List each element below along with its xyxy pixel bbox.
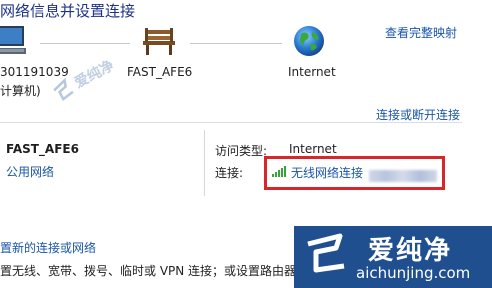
watermark-center: 爱纯净 bbox=[41, 32, 149, 127]
connection-label: 连接: bbox=[215, 166, 244, 180]
globe-icon bbox=[294, 26, 324, 56]
view-full-map-link[interactable]: 查看完整映射 bbox=[385, 24, 457, 41]
bench-router-icon bbox=[143, 28, 175, 55]
network-type-link[interactable]: 公用网络 bbox=[6, 163, 54, 180]
setup-new-connection-link[interactable]: 置新的连接或网络 bbox=[0, 239, 96, 256]
connection-line-right bbox=[190, 43, 282, 44]
computer-node[interactable] bbox=[0, 22, 32, 58]
highlight-box bbox=[264, 156, 445, 190]
watermark-center-text: 爱纯净 bbox=[72, 57, 117, 92]
internet-node[interactable] bbox=[292, 24, 326, 58]
brand-watermark: 爱纯净 aichunjing.com bbox=[294, 226, 492, 288]
setup-new-connection-description: 置无线、宽带、拨号、临时或 VPN 连接；或设置路由器 bbox=[0, 264, 297, 278]
access-type-value: Internet bbox=[289, 142, 337, 156]
router-node[interactable] bbox=[142, 26, 178, 56]
network-name: FAST_AFE6 bbox=[6, 142, 79, 156]
access-type-label: 访问类型: bbox=[215, 144, 268, 158]
vertical-divider bbox=[204, 130, 205, 196]
connect-disconnect-link[interactable]: 连接或断开连接 bbox=[376, 106, 460, 123]
brand-logo-icon bbox=[307, 233, 345, 273]
brand-cn-text: 爱纯净 bbox=[368, 236, 453, 266]
section-divider bbox=[0, 122, 462, 123]
brand-url-text: aichunjing.com bbox=[356, 264, 471, 282]
computer-icon bbox=[0, 26, 26, 54]
internet-label: Internet bbox=[288, 65, 336, 79]
computer-sublabel: 计算机) bbox=[0, 84, 41, 98]
page-title: 网络信息并设置连接 bbox=[0, 2, 136, 20]
